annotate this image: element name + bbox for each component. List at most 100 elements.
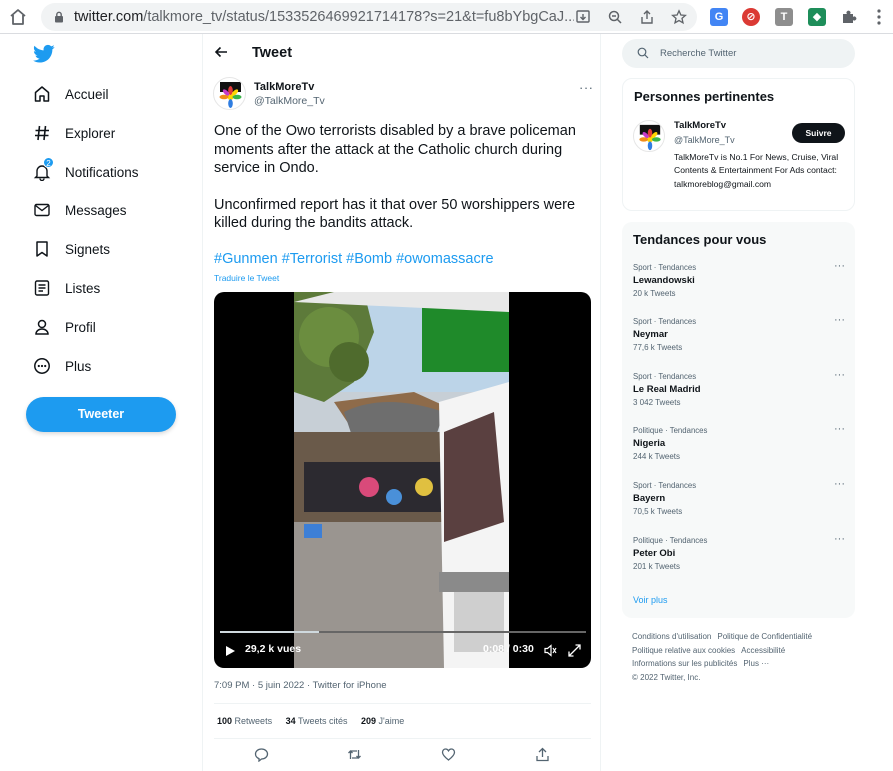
author-avatar[interactable]: [213, 77, 246, 110]
star-icon[interactable]: [671, 9, 687, 25]
play-icon[interactable]: [224, 645, 236, 657]
tweet-button[interactable]: Tweeter: [26, 397, 176, 432]
footer-link[interactable]: Plus ···: [743, 659, 769, 668]
hashtag-link[interactable]: #Bomb: [346, 251, 392, 267]
trends-title: Tendances pour vous: [633, 232, 767, 247]
tweet-paragraph: Unconfirmed report has it that over 50 w…: [214, 196, 576, 232]
nav-item-explore[interactable]: Explorer: [33, 121, 115, 145]
nav-item-profile[interactable]: Profil: [33, 315, 96, 339]
trend-name: Bayern: [633, 493, 666, 504]
trend-count: 3 042 Tweets: [633, 398, 681, 407]
trend-count: 20 k Tweets: [633, 289, 676, 298]
translate-link[interactable]: Traduire le Tweet: [214, 273, 279, 283]
trend-category: Sport · Tendances: [633, 317, 697, 326]
tweet-date[interactable]: 5 juin 2022: [258, 680, 304, 691]
trend-item[interactable]: Sport · Tendances Bayern 70,5 k Tweets ·…: [633, 478, 845, 529]
hashtag-icon: [35, 125, 49, 141]
shield-extension-icon[interactable]: ◆: [808, 8, 826, 26]
footer-links: Conditions d'utilisation Politique de Con…: [632, 630, 847, 684]
likes-stat[interactable]: 209 J'aime: [361, 716, 404, 726]
footer-link[interactable]: Informations sur les publicités: [632, 659, 737, 668]
trend-category: Sport · Tendances: [633, 481, 697, 490]
page-title: Tweet: [252, 45, 293, 61]
person-icon: [35, 319, 49, 335]
more-circle-icon: [34, 358, 50, 374]
retweets-count: 100: [217, 716, 233, 726]
video-player[interactable]: 29,2 k vues 0:08 / 0:30: [214, 292, 591, 668]
nav-item-notifications[interactable]: 2 Notifications: [33, 157, 139, 184]
tweet-detail-column: Tweet TalkMoreTv @TalkMore_Tv ··· One of…: [202, 34, 601, 771]
nav-label: Plus: [65, 358, 92, 374]
like-heart-icon[interactable]: [441, 747, 456, 762]
relevant-handle[interactable]: @TalkMore_Tv: [674, 135, 735, 145]
video-progress-bar[interactable]: [220, 631, 586, 633]
divider: [214, 738, 591, 739]
tweet-source[interactable]: Twitter for iPhone: [313, 680, 387, 691]
trend-more-icon[interactable]: ···: [834, 369, 845, 381]
nav-item-bookmarks[interactable]: Signets: [33, 237, 110, 261]
puzzle-icon[interactable]: [840, 8, 858, 26]
footer-link[interactable]: Conditions d'utilisation: [632, 632, 711, 641]
nav-item-home[interactable]: Accueil: [33, 82, 109, 106]
relevant-bio: TalkMoreTv is No.1 For News, Cruise, Vir…: [674, 152, 839, 189]
hashtag-link[interactable]: #Terrorist: [282, 251, 342, 267]
share-icon[interactable]: [639, 9, 655, 25]
tweet-time[interactable]: 7:09 PM: [214, 680, 249, 691]
trend-item[interactable]: Sport · Tendances Neymar 77,6 k Tweets ·…: [633, 314, 845, 365]
address-bar[interactable]: twitter.com/talkmore_tv/status/153352646…: [41, 3, 697, 31]
url-text[interactable]: twitter.com/talkmore_tv/status/153352646…: [74, 9, 574, 25]
translate-extension-icon[interactable]: G: [710, 8, 728, 26]
relevant-name[interactable]: TalkMoreTv: [674, 120, 726, 131]
install-icon[interactable]: [575, 9, 591, 25]
video-time: 0:08 / 0:30: [483, 643, 534, 655]
footer-link[interactable]: Accessibilité: [741, 646, 785, 655]
fullscreen-icon[interactable]: [568, 644, 581, 657]
search-input[interactable]: Recherche Twitter: [622, 39, 855, 68]
trend-name: Nigeria: [633, 438, 666, 449]
relevant-avatar[interactable]: [633, 120, 665, 152]
nav-label: Messages: [65, 202, 127, 218]
nav-item-lists[interactable]: Listes: [33, 276, 100, 300]
follow-button[interactable]: Suivre: [792, 123, 845, 143]
zoom-icon[interactable]: [607, 9, 623, 25]
hashtag-link[interactable]: #owomassacre: [396, 251, 494, 267]
retweet-icon[interactable]: [347, 747, 362, 762]
volume-icon[interactable]: [544, 644, 557, 657]
nav-item-messages[interactable]: Messages: [33, 198, 127, 222]
author-name[interactable]: TalkMoreTv: [254, 81, 314, 93]
reply-icon[interactable]: [254, 747, 269, 762]
trend-item[interactable]: Politique · Tendances Nigeria 244 k Twee…: [633, 423, 845, 474]
nav-item-more[interactable]: Plus: [33, 354, 91, 378]
author-handle[interactable]: @TalkMore_Tv: [254, 95, 325, 107]
hashtag-link[interactable]: #Gunmen: [214, 251, 278, 267]
menu-dots-icon[interactable]: [870, 8, 888, 26]
lock-icon[interactable]: [53, 11, 65, 23]
footer-link[interactable]: Politique relative aux cookies: [632, 646, 735, 655]
meta-separator: ·: [304, 680, 313, 691]
trend-more-icon[interactable]: ···: [834, 533, 845, 545]
trend-item[interactable]: Sport · Tendances Le Real Madrid 3 042 T…: [633, 369, 845, 420]
tweet-paragraph: One of the Owo terrorists disabled by a …: [214, 123, 576, 177]
trend-more-icon[interactable]: ···: [834, 478, 845, 490]
share-icon[interactable]: [535, 747, 550, 762]
list-icon: [34, 280, 50, 296]
trend-item[interactable]: Sport · Tendances Lewandowski 20 k Tweet…: [633, 260, 845, 311]
home-icon[interactable]: [8, 7, 28, 27]
avatar-logo-icon: [219, 82, 242, 108]
adblock-extension-icon[interactable]: ⊘: [742, 8, 760, 26]
trend-category: Sport · Tendances: [633, 372, 697, 381]
trend-name: Peter Obi: [633, 548, 676, 559]
see-more-link[interactable]: Voir plus: [633, 595, 668, 605]
trend-more-icon[interactable]: ···: [834, 423, 845, 435]
retweets-stat[interactable]: 100 Retweets: [217, 716, 272, 726]
t-extension-icon[interactable]: T: [775, 8, 793, 26]
tweet-more-icon[interactable]: ···: [579, 80, 594, 95]
trend-more-icon[interactable]: ···: [834, 260, 845, 272]
trend-more-icon[interactable]: ···: [834, 314, 845, 326]
quotes-stat[interactable]: 34 Tweets cités: [286, 716, 348, 726]
footer-link[interactable]: Politique de Confidentialité: [717, 632, 812, 641]
nav-label: Notifications: [65, 164, 139, 180]
trend-item[interactable]: Politique · Tendances Peter Obi 201 k Tw…: [633, 533, 845, 584]
twitter-logo-icon[interactable]: [33, 44, 55, 64]
back-arrow-icon[interactable]: [214, 45, 228, 59]
